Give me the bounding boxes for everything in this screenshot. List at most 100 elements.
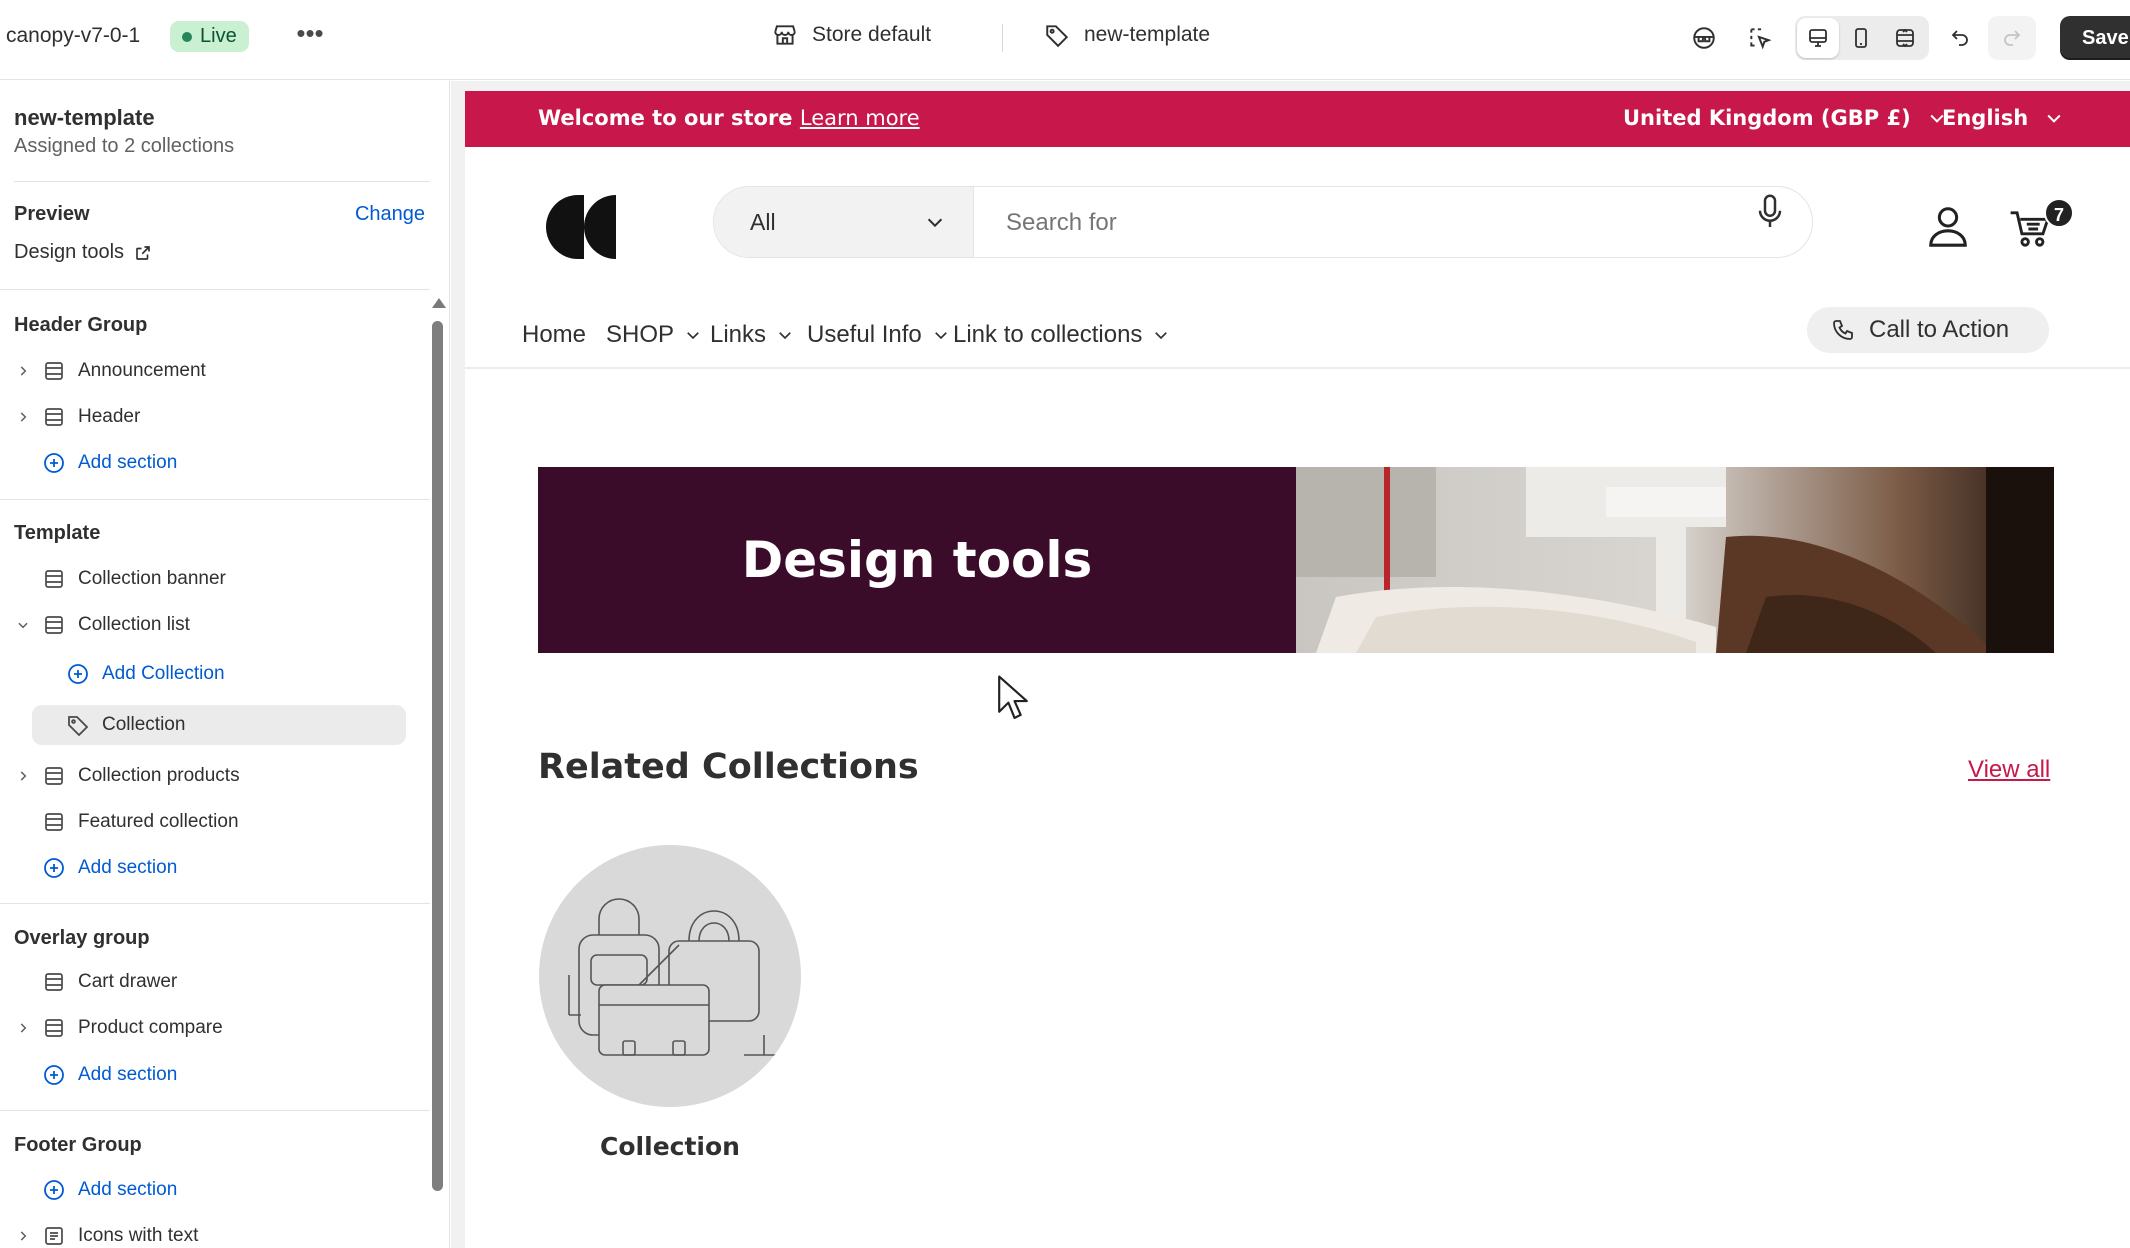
select-element-icon <box>1750 28 1772 50</box>
announcement-learn-more-link[interactable]: Learn more <box>800 106 920 130</box>
save-button[interactable]: Save <box>2060 16 2130 60</box>
search-input[interactable] <box>1006 209 1706 237</box>
template-assigned: Assigned to 2 collections <box>14 135 235 157</box>
plus-circle-icon <box>42 1178 66 1202</box>
mobile-view-button[interactable] <box>1843 20 1879 56</box>
chevron-right-icon[interactable] <box>12 1021 34 1035</box>
header-add-section-button[interactable]: Add section <box>0 443 420 483</box>
sidebar-divider <box>0 499 430 500</box>
country-label: United Kingdom (GBP £) <box>1623 106 1911 130</box>
template-selector[interactable]: new-template <box>1044 22 1210 48</box>
nav-item-links[interactable]: Links <box>710 321 794 349</box>
section-featured-collection[interactable]: Featured collection <box>0 802 420 842</box>
chevron-right-icon[interactable] <box>12 1229 34 1243</box>
section-announcement[interactable]: Announcement <box>0 351 420 391</box>
section-cart-drawer[interactable]: Cart drawer <box>0 962 420 1002</box>
section-label: Header <box>78 406 141 427</box>
select-element-button[interactable] <box>1742 20 1778 56</box>
preview-value: Design tools <box>14 241 125 263</box>
store-preview: Welcome to our store Learn more United K… <box>451 81 2130 1248</box>
section-label: Featured collection <box>78 811 239 832</box>
view-all-link[interactable]: View all <box>1968 756 2050 784</box>
chevron-down-icon <box>2047 114 2061 123</box>
sidebar-scroll-thumb[interactable] <box>432 321 443 1191</box>
scroll-up-arrow-icon[interactable] <box>432 298 446 308</box>
chevron-down-icon <box>687 332 699 340</box>
bags-illustration-icon <box>568 898 784 1056</box>
store-icon <box>774 25 796 45</box>
live-badge-label: Live <box>200 25 237 47</box>
nav-item-shop[interactable]: SHOP <box>606 321 702 349</box>
section-label: Product compare <box>78 1017 223 1038</box>
section-label: Collection list <box>78 614 190 635</box>
related-collections-title: Related Collections <box>538 747 919 787</box>
chevron-right-icon[interactable] <box>12 769 34 783</box>
section-label: Icons with text <box>78 1225 199 1246</box>
language-selector[interactable]: English <box>1942 106 2064 130</box>
chevron-right-icon[interactable] <box>12 410 34 424</box>
nav-label: SHOP <box>606 321 675 348</box>
country-selector[interactable]: United Kingdom (GBP £) <box>1623 106 1947 130</box>
fullscreen-button[interactable] <box>1887 20 1923 56</box>
section-label: Cart drawer <box>78 971 178 992</box>
section-collection-products[interactable]: Collection products <box>0 756 420 796</box>
collection-card-image[interactable] <box>539 845 801 1107</box>
block-label: Collection <box>102 714 186 735</box>
search-category-select[interactable]: All <box>714 187 974 257</box>
section-icon <box>42 1016 66 1040</box>
block-collection[interactable]: Collection <box>32 705 406 745</box>
live-dot-icon <box>182 31 192 42</box>
chevron-down-icon <box>934 332 947 340</box>
section-icon <box>42 970 66 994</box>
undo-button[interactable] <box>1942 20 1978 56</box>
more-actions-button[interactable]: ••• <box>292 20 328 52</box>
editor-topbar: canopy-v7-0-1 Live ••• Store default new… <box>0 0 2130 80</box>
section-icon <box>42 613 66 637</box>
add-section-label: Add section <box>78 452 178 473</box>
store-selector[interactable]: Store default <box>772 22 931 48</box>
inspector-button[interactable] <box>1686 20 1722 56</box>
announcement-message: Welcome to our store <box>538 106 793 130</box>
section-icon <box>42 359 66 383</box>
tag-icon <box>1046 25 1069 48</box>
footer-add-section-button[interactable]: Add section <box>0 1170 420 1210</box>
desktop-view-button[interactable] <box>1800 20 1836 56</box>
nav-label: Useful Info <box>807 321 922 348</box>
header-bottom-border <box>465 367 2130 369</box>
add-collection-button[interactable]: Add Collection <box>0 654 420 694</box>
chevron-down-icon <box>779 332 791 340</box>
store-label: Store default <box>812 23 932 46</box>
nav-item-link-to-collections[interactable]: Link to collections <box>953 321 1170 349</box>
cta-label: Call to Action <box>1869 316 2010 343</box>
chevron-down-icon[interactable] <box>12 618 34 632</box>
theme-name[interactable]: canopy-v7-0-1 <box>6 24 140 48</box>
redo-button[interactable] <box>1994 20 2030 56</box>
preview-change-link[interactable]: Change <box>355 203 425 226</box>
section-icon <box>42 405 66 429</box>
microphone-icon[interactable] <box>1755 193 1785 231</box>
section-icon <box>42 1224 66 1248</box>
chevron-down-icon <box>927 218 943 228</box>
collection-card-title[interactable]: Collection <box>539 1132 801 1161</box>
nav-item-home[interactable]: Home <box>522 321 586 349</box>
section-collection-banner[interactable]: Collection banner <box>0 559 420 599</box>
account-icon[interactable] <box>1925 203 1971 249</box>
section-header[interactable]: Header <box>0 397 420 437</box>
nav-item-useful-info[interactable]: Useful Info <box>807 321 950 349</box>
footer-group-title: Footer Group <box>14 1134 142 1156</box>
store-logo[interactable] <box>538 195 618 259</box>
section-label: Announcement <box>78 360 206 381</box>
banner-image <box>1296 467 2054 653</box>
chevron-right-icon[interactable] <box>12 364 34 378</box>
preview-value-link[interactable]: Design tools <box>14 241 152 264</box>
call-to-action-button[interactable]: Call to Action <box>1807 307 2049 353</box>
search-bar: All <box>713 186 1813 258</box>
overlay-group-title: Overlay group <box>14 927 150 949</box>
collection-banner[interactable]: Design tools <box>538 467 2054 653</box>
template-add-section-button[interactable]: Add section <box>0 848 420 888</box>
inspector-icon <box>1693 27 1715 49</box>
section-icons-with-text[interactable]: Icons with text <box>0 1216 420 1248</box>
overlay-add-section-button[interactable]: Add section <box>0 1055 420 1095</box>
section-product-compare[interactable]: Product compare <box>0 1008 420 1048</box>
section-collection-list[interactable]: Collection list <box>0 605 420 645</box>
